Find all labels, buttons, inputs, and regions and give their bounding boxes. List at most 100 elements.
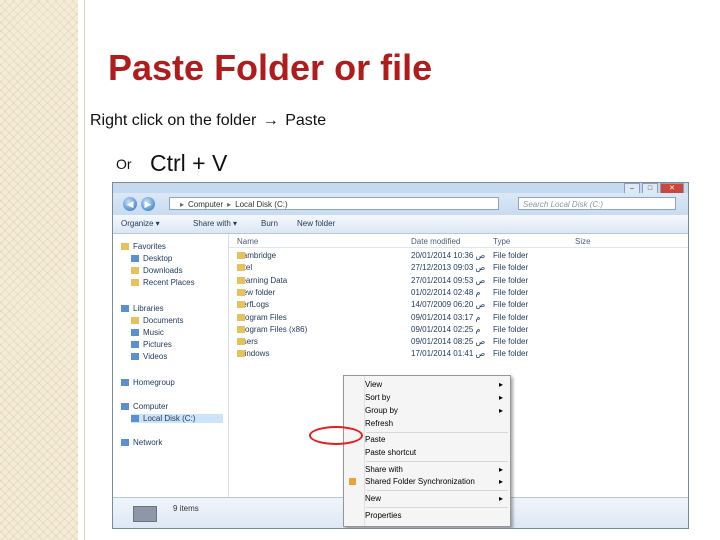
file-name: Cambridge [237, 251, 276, 260]
file-name: Program Files (x86) [237, 325, 307, 334]
breadcrumb-computer[interactable]: Computer [188, 200, 223, 209]
column-size[interactable]: Size [575, 237, 591, 246]
menu-label: Sort by [365, 393, 391, 402]
slide-title: Paste Folder or file [108, 47, 433, 88]
file-name: PerfLogs [237, 300, 269, 309]
menu-item-paste[interactable]: Paste [365, 435, 385, 444]
instruction-line-1: Right click on the folder → Paste [90, 112, 326, 130]
file-name: Users [237, 337, 258, 346]
folder-icon [131, 267, 139, 275]
menu-item-share-with[interactable]: Share with ▸ [365, 465, 503, 474]
menu-item-paste-shortcut[interactable]: Paste shortcut [365, 448, 416, 457]
column-date-modified[interactable]: Date modified [411, 237, 460, 246]
frame-divider [84, 0, 85, 540]
file-name: Windows [237, 349, 269, 358]
window-titlebar: – □ ✕ [113, 183, 688, 194]
nav-videos[interactable]: Videos [131, 352, 167, 361]
chevron-right-icon: ▸ [499, 477, 504, 486]
file-name: Intel [237, 263, 252, 272]
nav-local-disk[interactable]: Local Disk (C:) [131, 414, 223, 423]
folder-icon [237, 288, 245, 296]
nav-pictures[interactable]: Pictures [131, 340, 172, 349]
file-date: 27/01/2014 09:53 ص [411, 275, 486, 285]
menu-item-view[interactable]: View ▸ [365, 380, 503, 389]
nav-libraries[interactable]: Libraries [121, 304, 164, 313]
breadcrumb-local-disk[interactable]: Local Disk (C:) [235, 200, 287, 209]
table-row[interactable]: New folder 01/02/2014 02:48 م File folder [229, 287, 688, 299]
nav-homegroup[interactable]: Homegroup [121, 378, 175, 387]
table-row[interactable]: Cambridge 20/01/2014 10:36 ص File folder [229, 250, 688, 262]
nav-label: Videos [143, 352, 168, 361]
file-date: 14/07/2009 06:20 ص [411, 300, 486, 310]
menu-item-properties[interactable]: Properties [365, 511, 401, 520]
address-bar[interactable]: ▸ Computer ▸ Local Disk (C:) [169, 197, 499, 210]
item-count: 9 items [173, 504, 199, 513]
homegroup-icon [121, 379, 129, 387]
table-row[interactable]: Windows 17/01/2014 01:41 ص File folder [229, 348, 688, 360]
or-label: Or [116, 155, 132, 172]
folder-icon [237, 313, 245, 321]
nav-computer[interactable]: Computer [121, 402, 168, 411]
back-button[interactable]: ◀ [123, 197, 137, 211]
nav-label: Homegroup [133, 378, 175, 387]
folder-icon [237, 252, 245, 259]
table-row[interactable]: Learning Data 27/01/2014 09:53 ص File fold… [229, 275, 688, 287]
forward-button[interactable]: ▶ [141, 197, 155, 211]
new-folder-button[interactable]: New folder [297, 219, 335, 228]
table-row[interactable]: Intel 27/12/2013 09:03 ص File folder [229, 262, 688, 274]
share-with-button[interactable]: Share with ▾ [193, 219, 237, 228]
file-name: Learning Data [237, 276, 287, 285]
table-row[interactable]: PerfLogs 14/07/2009 06:20 ص File folder [229, 299, 688, 311]
menu-item-shared-folder-sync[interactable]: Shared Folder Synchronization ▸ [365, 477, 503, 486]
burn-button[interactable]: Burn [261, 219, 278, 228]
menu-separator [366, 490, 508, 491]
organize-button[interactable]: Organize ▾ [121, 219, 160, 228]
nav-desktop[interactable]: Desktop [131, 254, 172, 263]
table-row[interactable]: Program Files (x86) 09/01/2014 02:25 م Fil… [229, 324, 688, 336]
column-type[interactable]: Type [493, 237, 510, 246]
instruction-prefix: Right click on the folder [90, 112, 257, 129]
nav-favorites[interactable]: Favorites [121, 242, 166, 251]
nav-documents[interactable]: Documents [131, 316, 183, 325]
table-row[interactable]: Program Files 09/01/2014 03:17 م File fold… [229, 312, 688, 324]
nav-network[interactable]: Network [121, 438, 162, 447]
file-date: 09/01/2014 02:25 م [411, 324, 481, 334]
menu-item-group-by[interactable]: Group by ▸ [365, 406, 503, 415]
file-type: File folder [493, 251, 529, 260]
menu-item-refresh[interactable]: Refresh [365, 419, 393, 428]
instruction-line-2: Or Ctrl + V [116, 150, 227, 177]
file-date: 09/01/2014 03:17 م [411, 312, 481, 322]
column-name[interactable]: Name [237, 237, 258, 246]
nav-label: Computer [133, 402, 169, 411]
nav-label: Libraries [133, 304, 164, 313]
menu-separator [366, 432, 508, 433]
keyboard-shortcut: Ctrl + V [150, 150, 228, 176]
file-type: File folder [493, 300, 529, 310]
file-type: File folder [493, 349, 529, 359]
menu-item-sort-by[interactable]: Sort by ▸ [365, 393, 503, 402]
address-row: ◀ ▶ ▸ Computer ▸ Local Disk (C:) Search Loc… [113, 193, 688, 215]
file-name: Program Files [237, 313, 287, 322]
nav-label: Documents [143, 316, 184, 325]
chevron-right-icon: ▸ [499, 380, 504, 389]
table-row[interactable]: Users 09/01/2014 08:25 ص File folder [229, 336, 688, 348]
menu-item-new[interactable]: New ▸ [365, 494, 503, 503]
library-icon [121, 305, 129, 313]
navigation-pane: Favorites Desktop Downloads Recent Place… [113, 234, 229, 528]
documents-icon [131, 317, 139, 325]
videos-icon [131, 353, 139, 361]
nav-recent-places[interactable]: Recent Places [131, 278, 195, 287]
search-input[interactable]: Search Local Disk (C:) [518, 197, 676, 210]
file-name: New folder [237, 288, 275, 297]
nav-label: Recent Places [143, 278, 195, 287]
menu-separator [366, 507, 508, 508]
nav-downloads[interactable]: Downloads [131, 266, 183, 275]
menu-separator [366, 461, 508, 462]
drive-icon [131, 415, 139, 423]
file-date: 27/12/2013 09:03 ص [411, 263, 486, 273]
folder-icon [237, 264, 245, 272]
file-type: File folder [493, 263, 529, 273]
star-icon [121, 243, 129, 251]
nav-music[interactable]: Music [131, 328, 164, 337]
folder-icon [237, 276, 245, 284]
